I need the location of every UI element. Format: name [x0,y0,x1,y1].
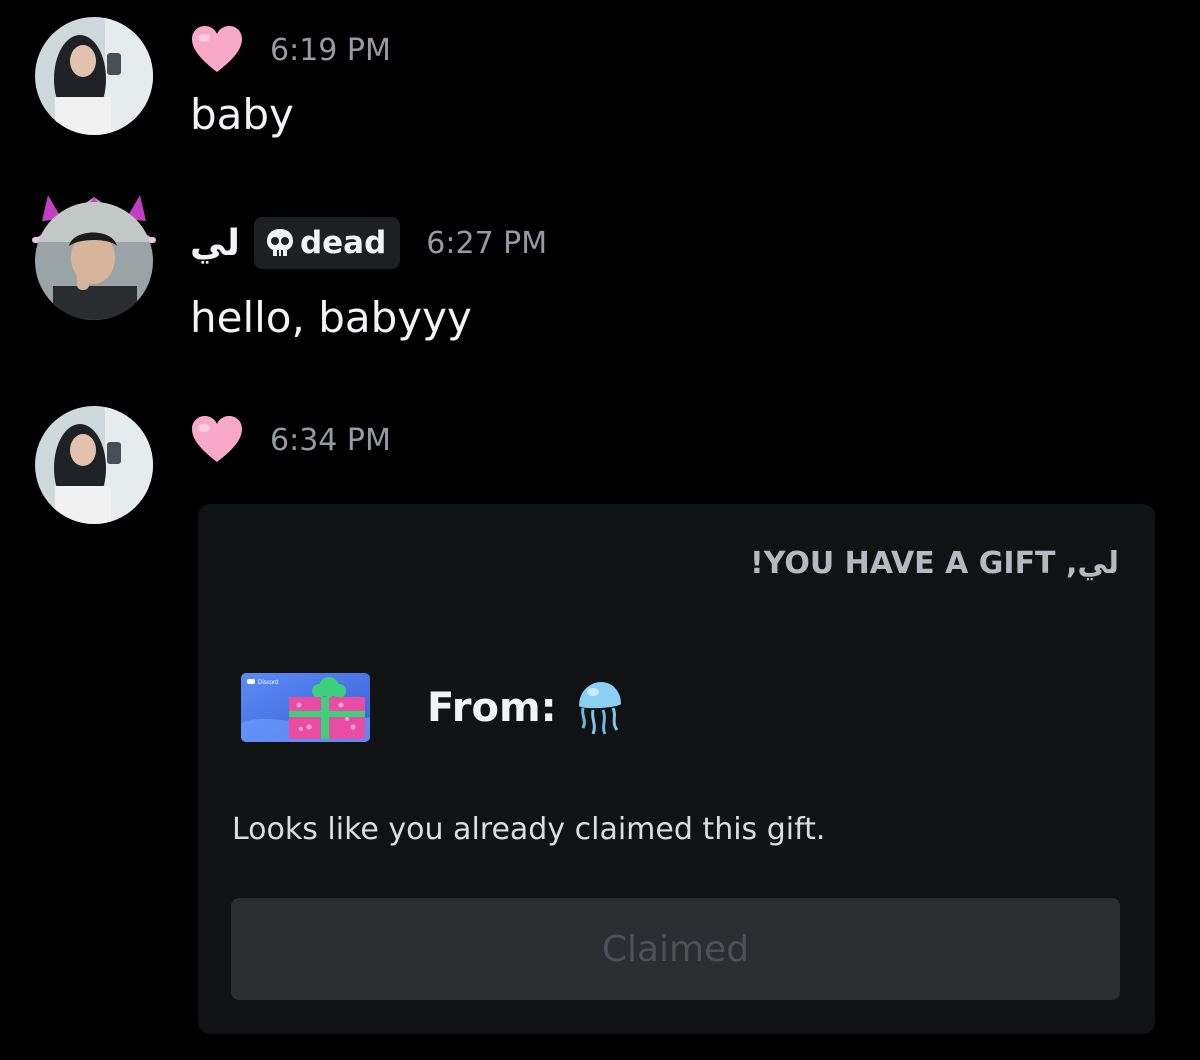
gift-title: !YOU HAVE A GIFT ,لي [750,546,1119,581]
jellyfish-icon [578,682,621,735]
gift-description: Looks like you already claimed this gift… [232,812,826,847]
message-text: baby [190,90,294,139]
gift-embed: !YOU HAVE A GIFT ,لي Discord From: Looks… [198,504,1155,1034]
tag-label: dead [299,225,387,261]
skull-icon [266,229,293,256]
username[interactable]: لي [190,223,240,264]
timestamp: 6:19 PM [270,32,391,68]
avatar[interactable] [35,17,153,135]
from-label: From: [427,685,557,731]
card-brand-text: Discord [258,680,278,686]
claimed-button[interactable]: Claimed [231,898,1120,1000]
message-2: لي dead 6:27 PM hello, babyyy [0,185,1200,365]
gift-card-image: Discord [241,673,370,742]
pink-heart-icon [192,416,242,462]
user-tag[interactable]: dead [253,217,401,269]
gift-from: From: [427,676,625,740]
avatar[interactable] [35,406,153,524]
message-1: 6:19 PM baby [0,0,1200,160]
timestamp: 6:27 PM [426,225,548,261]
message-text: hello, babyyy [190,293,472,342]
avatar[interactable] [35,202,153,320]
timestamp: 6:34 PM [270,422,391,458]
pink-heart-icon [192,26,242,72]
